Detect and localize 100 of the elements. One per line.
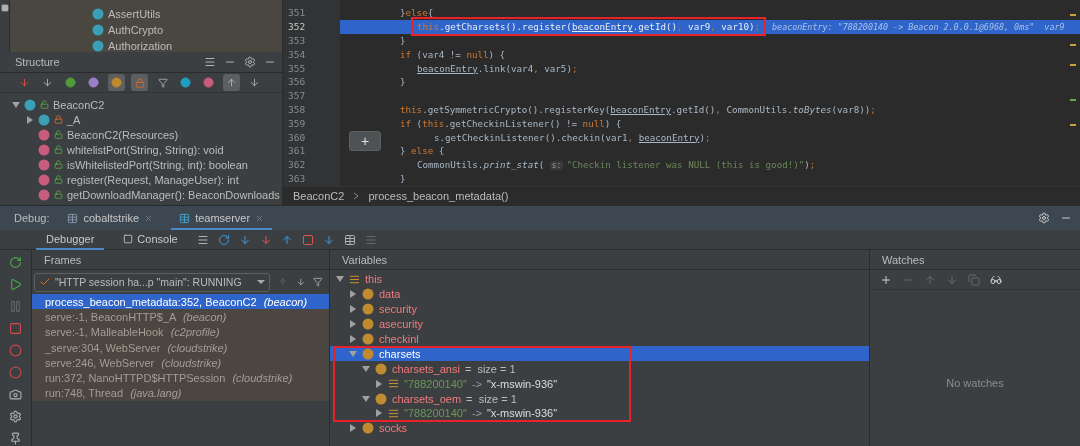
chevron-icon <box>352 192 361 200</box>
thread-dropdown[interactable]: "HTTP session ha...p "main": RUNNING <box>34 272 270 292</box>
variable-row[interactable]: charsets_oem = size = 1 <box>330 391 869 406</box>
close-icon[interactable] <box>255 213 265 223</box>
structure-item[interactable]: isWhitelistedPort(String, int): boolean <box>67 158 248 171</box>
add-popup-button[interactable]: + <box>349 131 381 151</box>
field-icon <box>362 333 374 345</box>
collapsed-triangle-icon[interactable] <box>375 379 383 388</box>
entry-key: "788200140" <box>404 377 467 390</box>
breadcrumb[interactable]: BeaconC2 <box>293 190 345 202</box>
pin-icon[interactable] <box>9 432 22 445</box>
code-line: beaconEntry.link(var4, var5); <box>417 62 578 74</box>
variable-row[interactable]: charsets_ansi = size = 1 <box>330 361 869 377</box>
force-step-into-icon[interactable] <box>259 233 272 246</box>
variable-row[interactable]: this <box>330 272 869 287</box>
method-icon <box>38 188 50 201</box>
line-number: 352 <box>288 20 307 34</box>
code-line: } <box>400 76 406 88</box>
step-into-icon[interactable] <box>238 233 251 246</box>
entry-value: "x-mswin-936" <box>486 377 558 390</box>
code-line: } <box>400 172 406 184</box>
variable-row[interactable]: "788200140" -> "x-mswin-936" <box>330 406 869 421</box>
project-item[interactable]: AuthCrypto <box>108 23 164 36</box>
variable-row[interactable]: checkinl <box>330 331 869 347</box>
stop-icon[interactable] <box>9 322 22 335</box>
down-arrow-icon[interactable] <box>295 276 306 288</box>
line-number: 355 <box>288 61 307 75</box>
stack-frame[interactable]: serve:-1, BeaconHTTP$_A (beacon) <box>32 309 329 325</box>
line-number: 359 <box>288 116 307 131</box>
add-icon[interactable] <box>880 273 892 286</box>
glasses-icon[interactable] <box>990 273 1002 286</box>
panel-title: Structure <box>15 56 60 68</box>
close-icon[interactable] <box>144 213 154 223</box>
variable-row[interactable]: security <box>330 301 869 317</box>
dropdown-caret-icon <box>257 278 265 286</box>
method-icon <box>38 143 50 156</box>
field-icon <box>375 362 387 375</box>
stack-frame[interactable]: serve:246, WebServer (cloudstrike) <box>32 355 329 371</box>
menu-icon[interactable] <box>196 233 209 246</box>
line-number: 356 <box>288 75 307 89</box>
lock-filter-icon[interactable] <box>131 74 148 91</box>
line-number: 354 <box>288 47 307 62</box>
structure-item[interactable]: getDownloadManager(): BeaconDownloads <box>67 188 280 201</box>
step-out-icon[interactable] <box>280 233 293 246</box>
structure-item[interactable]: BeaconC2(Resources) <box>67 128 179 141</box>
field-icon <box>362 288 374 301</box>
variable-name: charsets_oem <box>392 392 462 405</box>
run-to-cursor-icon[interactable] <box>322 233 335 246</box>
class-icon <box>92 7 104 20</box>
step-over-icon[interactable] <box>217 233 230 246</box>
expanded-triangle-icon[interactable] <box>349 349 357 358</box>
code-line: s.getCheckinListener().checkin(var1, beaconEntry); <box>434 131 711 143</box>
variable-row[interactable]: asecurity <box>330 316 869 332</box>
code-line: }else{ <box>400 7 434 19</box>
variable-row[interactable]: data <box>330 286 869 302</box>
stack-frame[interactable]: process_beacon_metadata:352, BeaconC2 (beacon) <box>32 294 329 310</box>
code-line: } <box>400 35 406 46</box>
expanded-triangle-icon[interactable] <box>336 275 344 284</box>
filter-icon[interactable] <box>313 276 323 288</box>
breadcrumb[interactable]: process_beacon_metadata() <box>368 190 509 202</box>
collapsed-triangle-icon[interactable] <box>349 335 357 343</box>
variable-row[interactable]: socks <box>330 420 869 436</box>
collapsed-triangle-icon[interactable] <box>349 305 357 314</box>
code-line: this.getSymmetricCrypto().registerKey(beaconEntry.getId(), CommonUtils.toBytes(var8)); <box>400 103 876 115</box>
collapsed-triangle-icon[interactable] <box>26 115 34 124</box>
structure-item[interactable]: register(Request, ManageUser): int <box>67 173 239 186</box>
structure-item[interactable]: _A <box>67 113 81 126</box>
structure-item[interactable]: BeaconC2 <box>53 98 105 111</box>
settings-icon[interactable] <box>1038 212 1050 224</box>
table-icon[interactable] <box>343 233 356 246</box>
code-line: if (var4 != null) { <box>400 48 506 60</box>
project-item[interactable]: Authorization <box>108 39 173 52</box>
variable-row[interactable]: "788200140" -> "x-mswin-936" <box>330 376 869 392</box>
pause-icon[interactable] <box>9 300 22 313</box>
entry-value: "x-mswin-936" <box>486 407 558 420</box>
method-icon <box>38 128 50 141</box>
line-number: 357 <box>288 89 307 103</box>
list-icon <box>388 407 399 419</box>
collapsed-triangle-icon[interactable] <box>375 409 383 418</box>
camera-icon[interactable] <box>9 388 22 401</box>
line-number: 360 <box>288 130 307 144</box>
variable-name: checkinl <box>379 333 419 345</box>
collapsed-triangle-icon[interactable] <box>349 320 357 329</box>
variable-row[interactable]: charsets <box>330 346 869 362</box>
resume-icon[interactable] <box>9 278 22 291</box>
debug-tab[interactable]: cobaltstrike <box>59 205 162 231</box>
line-number: 358 <box>288 102 307 117</box>
stack-frame[interactable]: run:372, NanoHTTPD$HTTPSession (cloudstrike) <box>32 370 329 386</box>
settings-icon[interactable] <box>9 410 22 423</box>
expanded-triangle-icon[interactable] <box>362 394 370 403</box>
structure-item[interactable]: whitelistPort(String, String): void <box>67 143 224 156</box>
view-tab[interactable]: Debugger <box>36 229 105 250</box>
expanded-triangle-icon[interactable] <box>362 364 370 373</box>
settings-icon[interactable] <box>244 56 256 68</box>
project-item[interactable]: AssertUtils <box>108 7 161 20</box>
view-tab[interactable]: Console <box>113 229 188 250</box>
expanded-triangle-icon[interactable] <box>12 100 20 109</box>
collapsed-triangle-icon[interactable] <box>349 424 357 433</box>
rerun-icon[interactable] <box>9 256 22 269</box>
collapsed-triangle-icon[interactable] <box>349 290 357 299</box>
